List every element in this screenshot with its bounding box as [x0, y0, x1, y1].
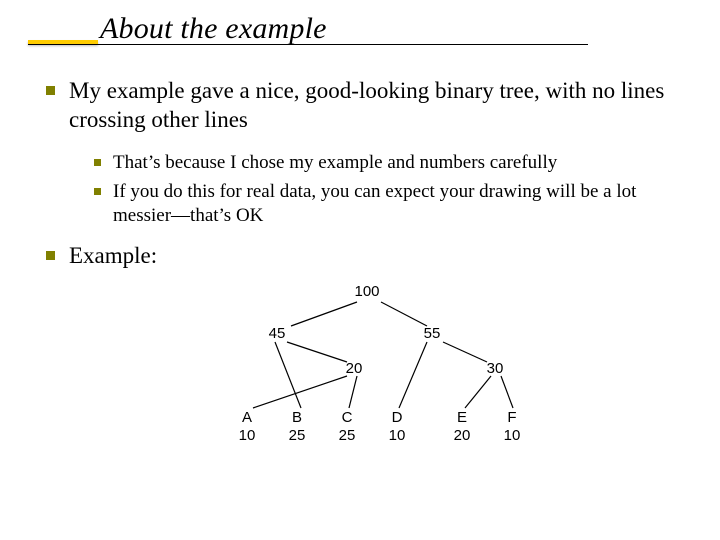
leaf-label-F: F: [507, 409, 516, 426]
edge: [399, 342, 427, 408]
leaf-value-A: 10: [239, 427, 256, 444]
bullet-text: Example:: [69, 241, 157, 270]
edge: [275, 342, 301, 408]
node-mid-left: 45: [269, 325, 286, 342]
bullet-level1: My example gave a nice, good-looking bin…: [46, 76, 688, 135]
edge: [501, 376, 513, 408]
leaf-value-F: 10: [504, 427, 521, 444]
node-mid-far-right: 30: [487, 360, 504, 377]
bullet-level2: That’s because I chose my example and nu…: [94, 151, 688, 176]
bullet-level2: If you do this for real data, you can ex…: [94, 180, 688, 229]
leaf-value-E: 20: [454, 427, 471, 444]
edge: [465, 376, 491, 408]
leaf-value-B: 25: [289, 427, 306, 444]
square-bullet-icon: [94, 188, 101, 195]
edge: [253, 376, 347, 408]
square-bullet-icon: [46, 251, 55, 260]
edge: [381, 302, 427, 326]
leaf-label-D: D: [392, 409, 403, 426]
bullet-text: If you do this for real data, you can ex…: [113, 180, 688, 229]
leaf-label-B: B: [292, 409, 302, 426]
square-bullet-icon: [46, 86, 55, 95]
leaf-value-D: 10: [389, 427, 406, 444]
slide-title: About the example: [28, 12, 720, 46]
title-underline: [28, 44, 588, 45]
node-mid-center: 20: [346, 360, 363, 377]
edge: [291, 302, 357, 326]
square-bullet-icon: [94, 159, 101, 166]
slide-content: My example gave a nice, good-looking bin…: [0, 46, 720, 460]
node-root: 100: [354, 283, 379, 300]
edge: [443, 342, 487, 362]
edge: [287, 342, 347, 362]
bullet-level1: Example:: [46, 241, 688, 270]
bullet-text: My example gave a nice, good-looking bin…: [69, 76, 688, 135]
sub-bullet-list: That’s because I chose my example and nu…: [46, 145, 688, 241]
tree-diagram-container: 100 45 55 20 30 A B C D E F 10 25 25 10 …: [46, 280, 688, 460]
node-mid-right: 55: [424, 325, 441, 342]
edge: [349, 376, 357, 408]
leaf-label-C: C: [342, 409, 353, 426]
leaf-label-E: E: [457, 409, 467, 426]
bullet-text: That’s because I chose my example and nu…: [113, 151, 557, 176]
leaf-value-C: 25: [339, 427, 356, 444]
leaf-label-A: A: [242, 409, 252, 426]
tree-diagram: 100 45 55 20 30 A B C D E F 10 25 25 10 …: [187, 280, 547, 460]
